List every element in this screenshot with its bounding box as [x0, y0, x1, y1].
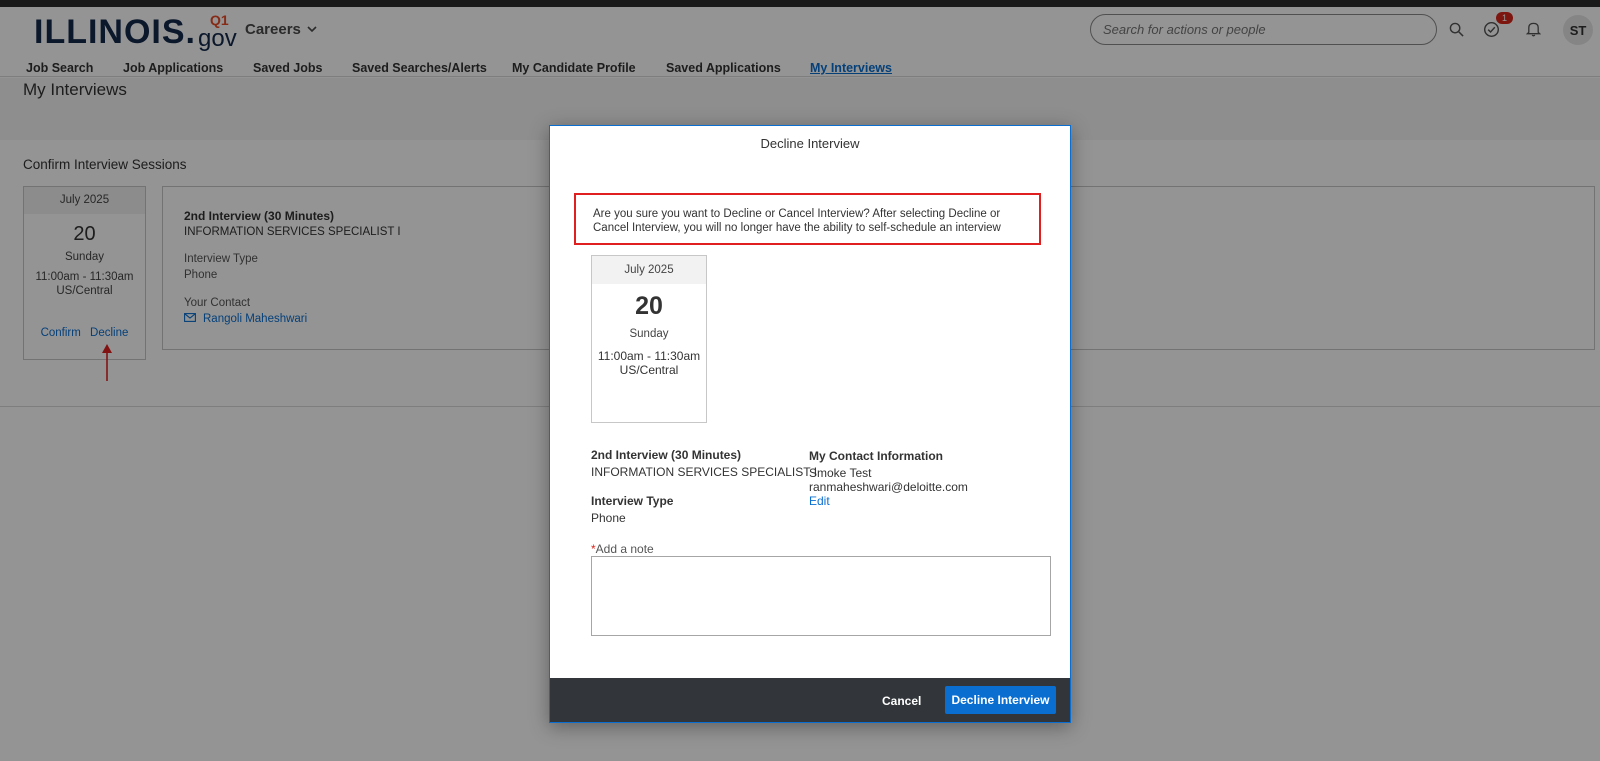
decline-interview-dialog: Decline Interview Are you sure you want …: [549, 125, 1071, 723]
note-label-text: Add a note: [595, 542, 654, 556]
dialog-title: Decline Interview: [760, 136, 860, 151]
warning-text: Are you sure you want to Decline or Canc…: [593, 208, 1001, 234]
dialog-type-value: Phone: [591, 511, 626, 525]
dialog-weekday: Sunday: [629, 328, 669, 340]
contact-heading: My Contact Information: [809, 449, 943, 463]
decline-interview-button[interactable]: Decline Interview: [945, 686, 1056, 714]
dialog-date-card: July 2025 20 Sunday 11:00am - 11:30am US…: [591, 255, 707, 423]
dialog-footer: Cancel Decline Interview: [550, 678, 1070, 722]
warning-highlight-box: Are you sure you want to Decline or Canc…: [574, 193, 1041, 245]
note-textarea[interactable]: [591, 556, 1051, 636]
contact-email: ranmaheshwari@deloitte.com: [809, 480, 968, 494]
dialog-time-block: 11:00am - 11:30am US/Central: [592, 349, 706, 377]
dialog-timezone: US/Central: [619, 363, 679, 377]
dialog-month: July 2025: [592, 256, 706, 284]
dialog-position: INFORMATION SERVICES SPECIALIST I: [591, 465, 818, 479]
dialog-time: 11:00am - 11:30am: [597, 349, 701, 363]
dialog-type-label: Interview Type: [591, 494, 674, 508]
edit-contact-link[interactable]: Edit: [809, 494, 830, 508]
cancel-button[interactable]: Cancel: [874, 689, 929, 713]
contact-name: Smoke Test: [809, 466, 872, 480]
dialog-day: 20: [635, 292, 663, 320]
dialog-interview-title: 2nd Interview (30 Minutes): [591, 448, 742, 462]
note-label: *Add a note: [591, 542, 654, 556]
